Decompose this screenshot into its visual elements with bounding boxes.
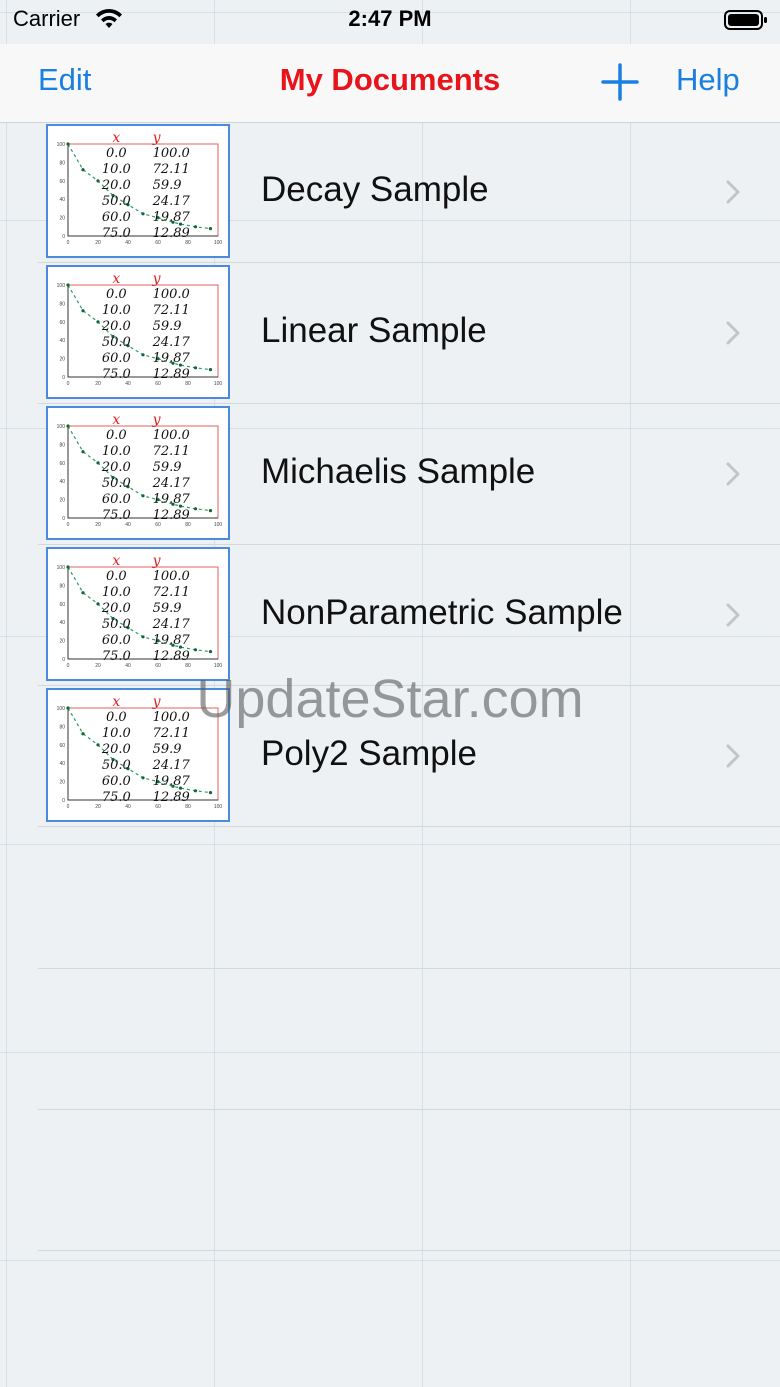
edit-button[interactable]: Edit xyxy=(38,62,91,98)
svg-text:40: 40 xyxy=(59,197,65,203)
document-thumbnail: 100 80 60 40 20 0 0 20 40 60 80 100 x y 0.0 100.0 10.0 72… xyxy=(46,406,230,540)
svg-text:0: 0 xyxy=(62,234,65,240)
chevron-right-icon xyxy=(726,603,740,627)
svg-text:20: 20 xyxy=(59,780,65,786)
svg-text:0: 0 xyxy=(67,804,70,810)
svg-text:0: 0 xyxy=(62,657,65,663)
svg-text:60: 60 xyxy=(59,320,65,326)
svg-text:100: 100 xyxy=(57,283,66,289)
svg-text:40: 40 xyxy=(59,761,65,767)
battery-icon xyxy=(724,10,767,30)
document-name: Poly2 Sample xyxy=(261,734,477,773)
svg-text:0: 0 xyxy=(67,663,70,669)
thumbnail-data-table: x y 0.0 100.0 10.0 72.11 20.0 59.9 50.0 24.17 60.0… xyxy=(101,271,190,382)
svg-text:40: 40 xyxy=(59,338,65,344)
chevron-right-icon xyxy=(726,744,740,768)
document-row[interactable]: 100 80 60 40 20 0 0 20 40 60 80 100 x y 0.0 100.0 10.0 72… xyxy=(0,545,780,686)
status-bar: Carrier 2:47 PM xyxy=(0,0,780,44)
svg-text:60: 60 xyxy=(59,602,65,608)
empty-row-separator xyxy=(38,1250,780,1251)
document-list: 100 80 60 40 20 0 0 20 40 60 80 100 x y 0.0 100.0 10.0 72… xyxy=(0,122,780,827)
svg-text:100: 100 xyxy=(57,706,66,712)
navigation-bar: Edit My Documents Help xyxy=(0,44,780,123)
document-name: Decay Sample xyxy=(261,170,489,209)
document-name: Michaelis Sample xyxy=(261,452,536,491)
svg-text:20: 20 xyxy=(59,639,65,645)
chevron-right-icon xyxy=(726,180,740,204)
empty-row-separator xyxy=(38,1109,780,1110)
document-row[interactable]: 100 80 60 40 20 0 0 20 40 60 80 100 x y 0.0 100.0 10.0 72… xyxy=(0,263,780,404)
svg-text:100: 100 xyxy=(57,424,66,430)
document-name: Linear Sample xyxy=(261,311,487,350)
svg-text:40: 40 xyxy=(59,620,65,626)
page-title: My Documents xyxy=(279,62,501,97)
svg-text:60: 60 xyxy=(59,743,65,749)
empty-row-separator xyxy=(38,968,780,969)
chevron-right-icon xyxy=(726,321,740,345)
document-thumbnail: 100 80 60 40 20 0 0 20 40 60 80 100 x y 0.0 100.0 10.0 72… xyxy=(46,265,230,399)
document-thumbnail: 100 80 60 40 20 0 0 20 40 60 80 100 x y 0.0 100.0 10.0 72… xyxy=(46,124,230,258)
document-row[interactable]: 100 80 60 40 20 0 0 20 40 60 80 100 x y 0.0 100.0 10.0 72… xyxy=(0,686,780,827)
svg-text:0: 0 xyxy=(67,240,70,246)
svg-text:0: 0 xyxy=(67,381,70,387)
svg-text:60: 60 xyxy=(59,179,65,185)
svg-text:0: 0 xyxy=(62,798,65,804)
svg-text:20: 20 xyxy=(59,498,65,504)
thumbnail-data-table: x y 0.0 100.0 10.0 72.11 20.0 59.9 50.0 24.17 60.0… xyxy=(101,130,190,241)
svg-text:60: 60 xyxy=(59,461,65,467)
svg-text:0: 0 xyxy=(62,375,65,381)
plus-icon[interactable] xyxy=(598,60,642,104)
thumbnail-data-table: x y 0.0 100.0 10.0 72.11 20.0 59.9 50.0 24.17 60.0… xyxy=(101,694,190,805)
svg-text:100: 100 xyxy=(57,142,66,148)
svg-text:0: 0 xyxy=(62,516,65,522)
svg-text:80: 80 xyxy=(59,442,65,448)
thumbnail-data-table: x y 0.0 100.0 10.0 72.11 20.0 59.9 50.0 24.17 60.0… xyxy=(101,412,190,523)
svg-text:80: 80 xyxy=(59,160,65,166)
svg-text:80: 80 xyxy=(59,583,65,589)
document-row[interactable]: 100 80 60 40 20 0 0 20 40 60 80 100 x y 0.0 100.0 10.0 72… xyxy=(0,404,780,545)
svg-text:20: 20 xyxy=(59,216,65,222)
help-button[interactable]: Help xyxy=(676,62,740,98)
document-thumbnail: 100 80 60 40 20 0 0 20 40 60 80 100 x y 0.0 100.0 10.0 72… xyxy=(46,688,230,822)
svg-text:80: 80 xyxy=(59,301,65,307)
document-row[interactable]: 100 80 60 40 20 0 0 20 40 60 80 100 x y 0.0 100.0 10.0 72… xyxy=(0,122,780,263)
svg-text:20: 20 xyxy=(59,357,65,363)
svg-text:0: 0 xyxy=(67,522,70,528)
document-name: NonParametric Sample xyxy=(261,593,623,632)
svg-text:100: 100 xyxy=(57,565,66,571)
svg-text:80: 80 xyxy=(59,724,65,730)
document-thumbnail: 100 80 60 40 20 0 0 20 40 60 80 100 x y 0.0 100.0 10.0 72… xyxy=(46,547,230,681)
chevron-right-icon xyxy=(726,462,740,486)
svg-text:40: 40 xyxy=(59,479,65,485)
status-time: 2:47 PM xyxy=(348,6,432,31)
thumbnail-data-table: x y 0.0 100.0 10.0 72.11 20.0 59.9 50.0 24.17 60.0… xyxy=(101,553,190,664)
